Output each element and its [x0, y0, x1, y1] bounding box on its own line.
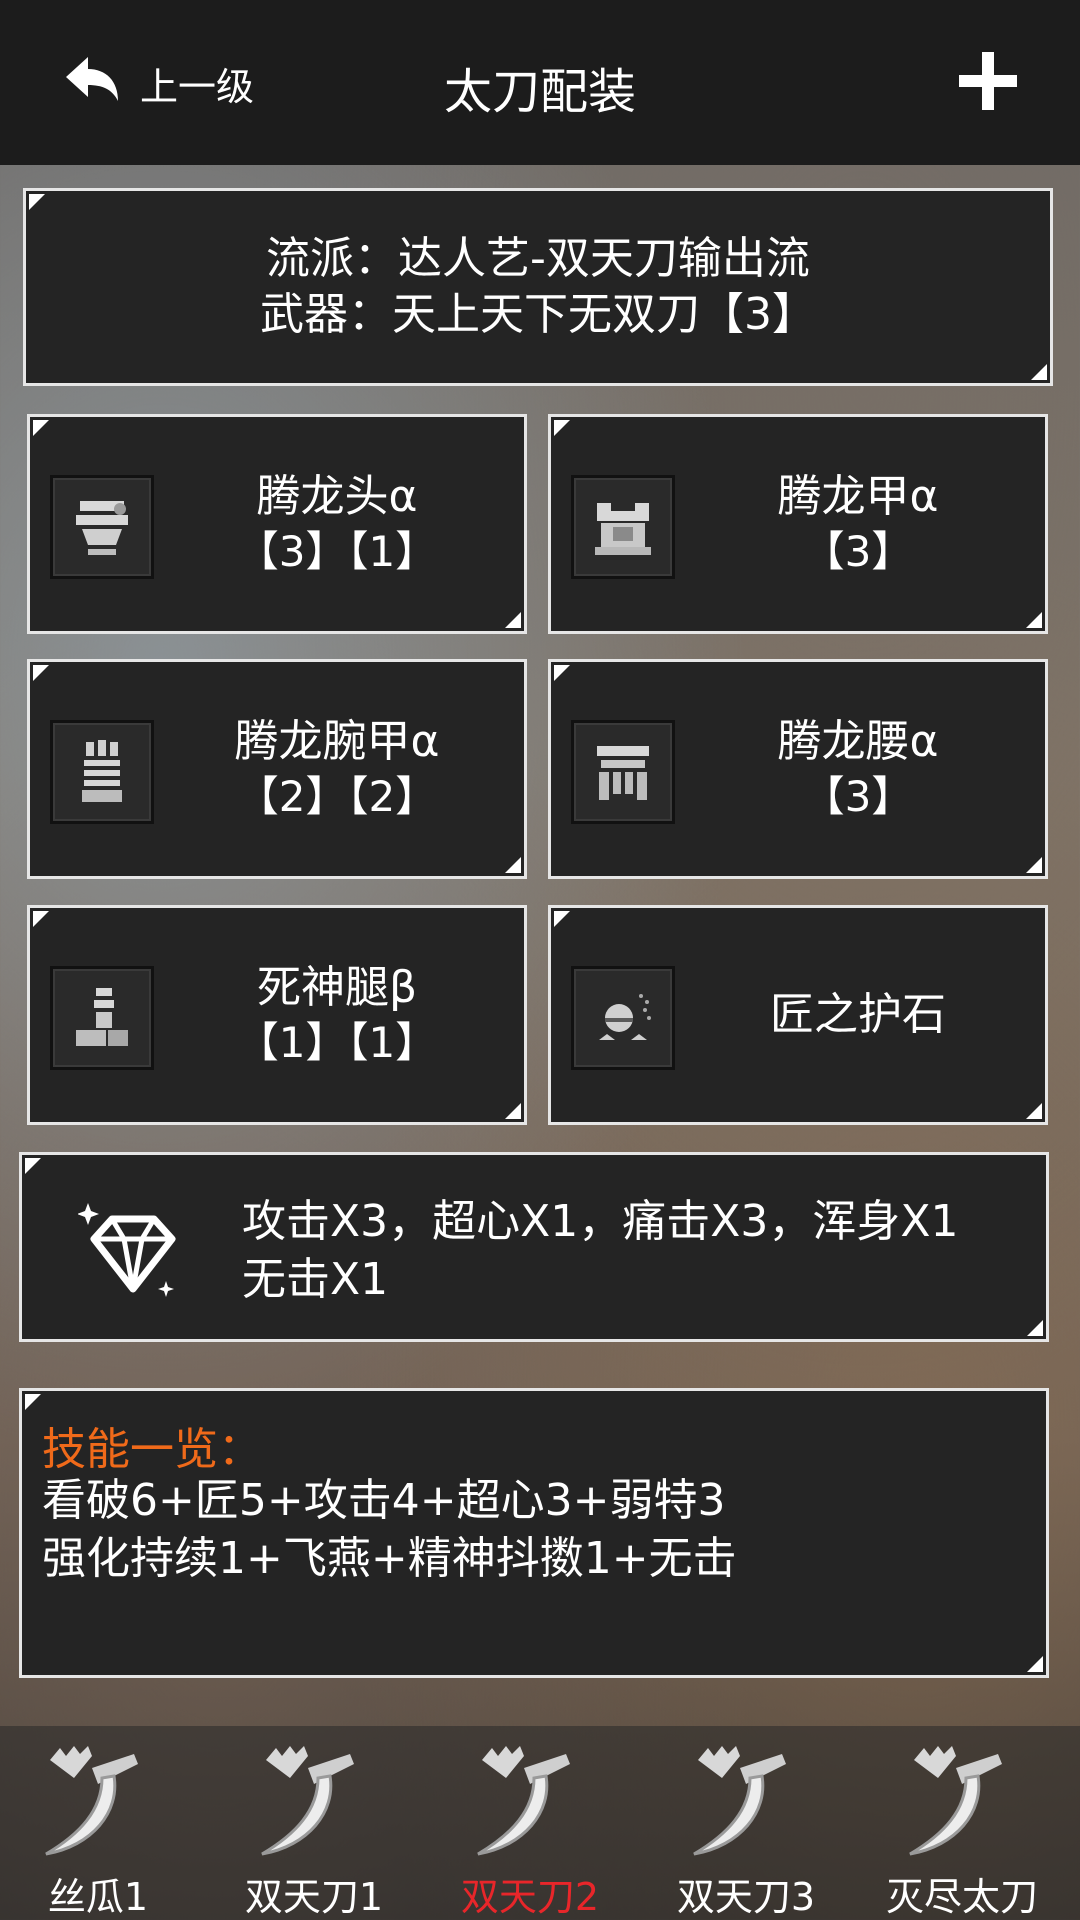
tab-miejin-taidao[interactable]: 灭尽太刀	[864, 1726, 1080, 1920]
decoration-line-1: 攻击X3，超心X1，痛击X3，浑身X1	[242, 1196, 959, 1247]
skills-line-1: 看破6+匠5+攻击4+超心3+弱特3	[42, 1475, 726, 1526]
gear-slots: 【1】【1】	[236, 1018, 438, 1067]
gear-slots: 【3】	[802, 527, 914, 576]
gauntlet-icon	[50, 720, 154, 824]
gear-card-head[interactable]: 腾龙头α 【3】【1】	[27, 414, 527, 634]
skills-title: 技能一览：	[42, 1424, 262, 1475]
tab-shuangtiandao-1[interactable]: 双天刀1	[216, 1726, 432, 1920]
tab-shuangtiandao-3[interactable]: 双天刀3	[648, 1726, 864, 1920]
tab-label: 双天刀1	[244, 1875, 384, 1919]
tab-label: 双天刀3	[676, 1875, 816, 1919]
gear-card-waist[interactable]: 腾龙腰α 【3】	[548, 659, 1048, 879]
chest-armor-icon	[571, 475, 675, 579]
gear-name: 匠之护石	[770, 989, 946, 1040]
skills-panel: 技能一览： 看破6+匠5+攻击4+超心3+弱特3 强化持续1+飞燕+精神抖擞1+…	[19, 1388, 1049, 1678]
waist-armor-icon	[571, 720, 675, 824]
skills-line-2: 强化持续1+飞燕+精神抖擞1+无击	[42, 1533, 737, 1584]
gear-name: 腾龙腰α	[777, 716, 939, 767]
gear-slots: 【2】【2】	[236, 772, 438, 821]
tab-sigua-1[interactable]: 丝瓜1	[0, 1726, 216, 1920]
build-weapon: 武器：天上天下无双刀【3】	[260, 289, 816, 340]
gear-card-arms[interactable]: 腾龙腕甲α 【2】【2】	[27, 659, 527, 879]
gear-name: 腾龙甲α	[777, 471, 939, 522]
gear-slots: 【3】	[802, 772, 914, 821]
tab-label: 双天刀2	[460, 1875, 600, 1919]
katana-icon	[909, 1746, 1002, 1856]
page-title: 太刀配装	[443, 64, 636, 120]
helmet-icon	[50, 475, 154, 579]
katana-icon	[693, 1746, 786, 1856]
decorations-panel[interactable]: 攻击X3，超心X1，痛击X3，浑身X1 无击X1	[19, 1152, 1049, 1342]
tab-label: 丝瓜1	[47, 1875, 149, 1919]
add-icon[interactable]	[955, 48, 1021, 114]
gear-slots: 【3】【1】	[236, 527, 438, 576]
gear-name: 腾龙腕甲α	[234, 716, 440, 767]
katana-icon	[261, 1746, 354, 1856]
gear-name: 腾龙头α	[256, 471, 418, 522]
tab-shuangtiandao-2[interactable]: 双天刀2	[432, 1726, 648, 1920]
katana-icon	[45, 1746, 138, 1856]
top-bar: 上一级 太刀配装	[0, 0, 1080, 165]
katana-icon	[477, 1746, 570, 1856]
build-style: 流派：达人艺-双天刀输出流	[266, 233, 810, 284]
diamond-icon	[78, 1203, 176, 1297]
decoration-line-2: 无击X1	[242, 1254, 389, 1305]
build-info-panel[interactable]: 流派：达人艺-双天刀输出流 武器：天上天下无双刀【3】	[23, 188, 1053, 386]
tab-label: 灭尽太刀	[885, 1875, 1038, 1919]
bottom-tab-bar: 丝瓜1 双天刀1 双天刀2 双天刀3 灭尽太刀	[0, 1726, 1080, 1920]
gear-card-charm[interactable]: 匠之护石	[548, 905, 1048, 1125]
charm-icon	[571, 966, 675, 1070]
gear-name: 死神腿β	[256, 962, 418, 1013]
gear-card-legs[interactable]: 死神腿β 【1】【1】	[27, 905, 527, 1125]
leg-armor-icon	[50, 966, 154, 1070]
gear-card-chest[interactable]: 腾龙甲α 【3】	[548, 414, 1048, 634]
